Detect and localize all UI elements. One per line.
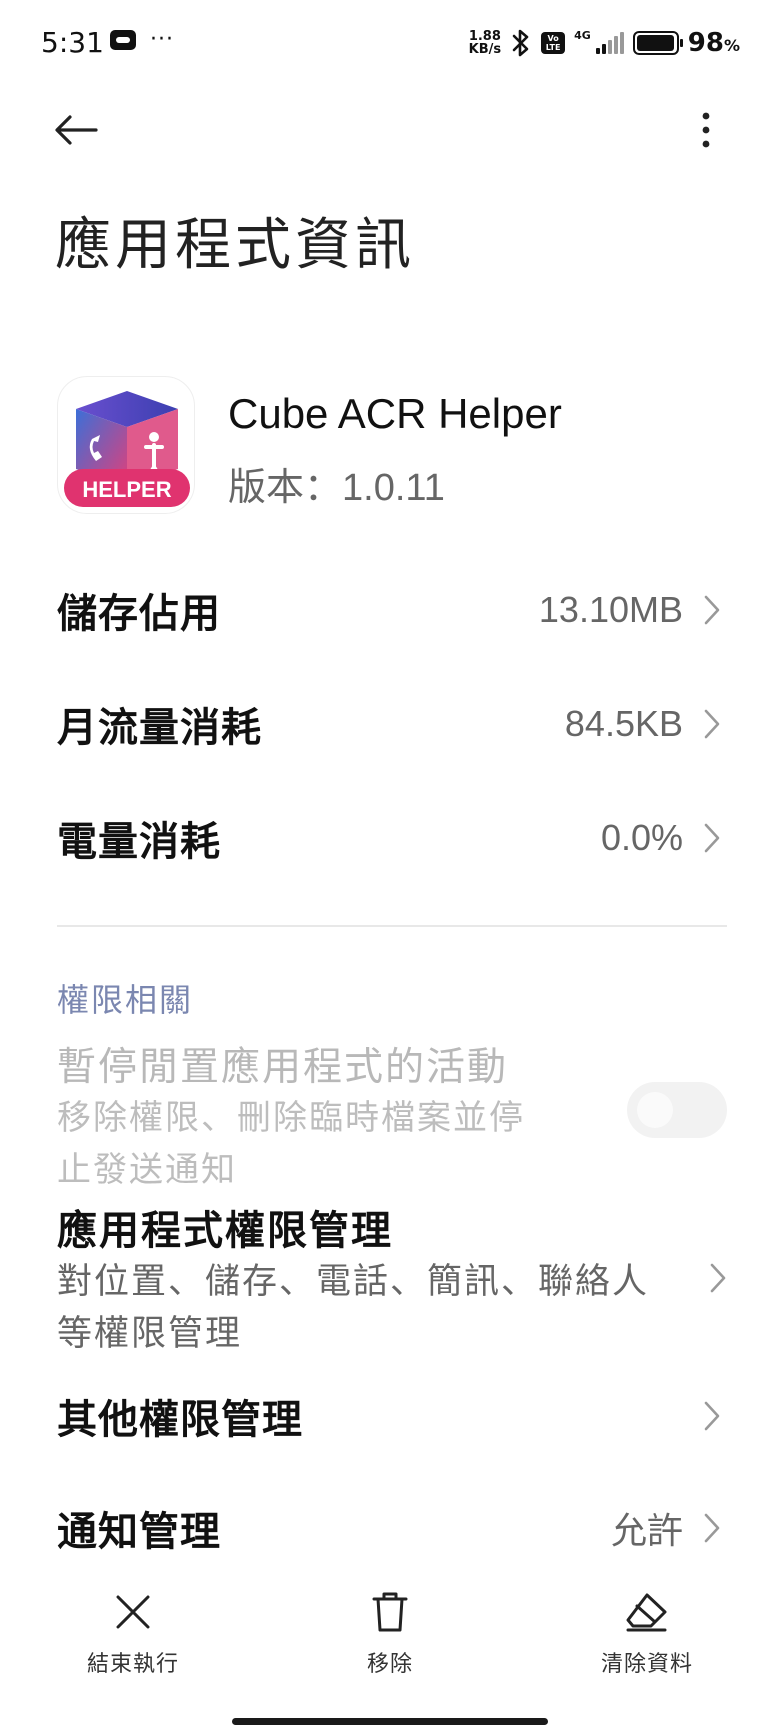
chevron-right-icon — [697, 1394, 727, 1438]
bluetooth-icon — [512, 29, 529, 57]
chevron-right-icon — [697, 1506, 727, 1550]
battery-percent: 98% — [687, 28, 740, 58]
other-permissions-row[interactable]: 其他權限管理 — [57, 1386, 727, 1446]
row-label: 電量消耗 — [57, 819, 221, 865]
chevron-right-icon — [697, 588, 727, 632]
notification-management-row[interactable]: 通知管理 允許 — [57, 1498, 727, 1558]
action-label: 移除 — [366, 1652, 413, 1677]
permissions-section-header: 權限相關 — [57, 981, 194, 1019]
trash-icon — [366, 1588, 414, 1636]
eraser-icon — [623, 1588, 671, 1636]
action-label: 清除資料 — [600, 1652, 693, 1677]
row-label: 通知管理 — [57, 1509, 221, 1555]
toggle-knob — [637, 1092, 673, 1128]
row-label: 其他權限管理 — [57, 1397, 303, 1443]
bottom-action-bar: 結束執行 移除 清除資料 — [0, 1588, 780, 1698]
app-icon: HELPER — [57, 376, 195, 514]
app-icon-badge-text: HELPER — [82, 477, 171, 502]
row-value: 允許 — [610, 1510, 683, 1551]
more-options-button[interactable] — [680, 104, 732, 156]
app-permissions-description: 對位置、儲存、電話、簡訊、聯絡人 等權限管理 — [57, 1262, 650, 1354]
chevron-right-icon — [697, 816, 727, 860]
pause-inactive-toggle[interactable] — [627, 1082, 727, 1138]
cube-acr-logo: HELPER — [64, 391, 190, 507]
row-label: 月流量消耗 — [57, 705, 262, 751]
section-divider — [57, 925, 727, 927]
pause-inactive-description: 移除權限、刪除臨時檔案並停 止發送通知 — [57, 1098, 525, 1190]
battery-usage-row[interactable]: 電量消耗 0.0% — [57, 808, 727, 868]
network-type: 4G — [574, 28, 591, 42]
chevron-right-icon — [697, 702, 727, 746]
app-permissions-title: 應用程式權限管理 — [57, 1208, 393, 1254]
app-name: Cube ACR Helper — [228, 390, 562, 437]
chevron-right-icon — [703, 1256, 733, 1300]
storage-usage-row[interactable]: 儲存佔用 13.10MB — [57, 580, 727, 640]
uninstall-button[interactable]: 移除 — [310, 1588, 470, 1678]
action-label: 結束執行 — [86, 1652, 179, 1677]
status-time: 5:31 — [41, 26, 104, 59]
close-x-icon — [109, 1588, 157, 1636]
pause-inactive-title: 暫停閒置應用程式的活動 — [57, 1045, 509, 1090]
battery-icon — [632, 31, 683, 55]
row-value: 13.10MB — [538, 589, 683, 630]
sim-icon — [110, 30, 136, 50]
back-arrow-icon — [55, 115, 98, 145]
status-bar: 5:31 ··· 1.88 KB/s Vo LTE 4G 98% — [0, 0, 780, 92]
signal-icon — [595, 32, 624, 54]
page-title: 應用程式資訊 — [55, 213, 415, 278]
battery-fill — [636, 35, 675, 51]
data-usage-row[interactable]: 月流量消耗 84.5KB — [57, 694, 727, 754]
more-vertical-icon — [702, 112, 710, 148]
row-label: 儲存佔用 — [57, 591, 221, 637]
back-button[interactable] — [50, 104, 102, 156]
force-stop-button[interactable]: 結束執行 — [53, 1588, 213, 1678]
network-speed: 1.88 KB/s — [468, 29, 502, 57]
app-version: 版本：1.0.11 — [228, 467, 445, 509]
clear-data-button[interactable]: 清除資料 — [567, 1588, 727, 1678]
row-value: 0.0% — [600, 817, 683, 858]
more-dots-icon: ··· — [150, 27, 174, 52]
row-value: 84.5KB — [564, 703, 683, 744]
home-indicator[interactable] — [232, 1718, 548, 1725]
volte-icon: Vo LTE — [541, 32, 566, 54]
